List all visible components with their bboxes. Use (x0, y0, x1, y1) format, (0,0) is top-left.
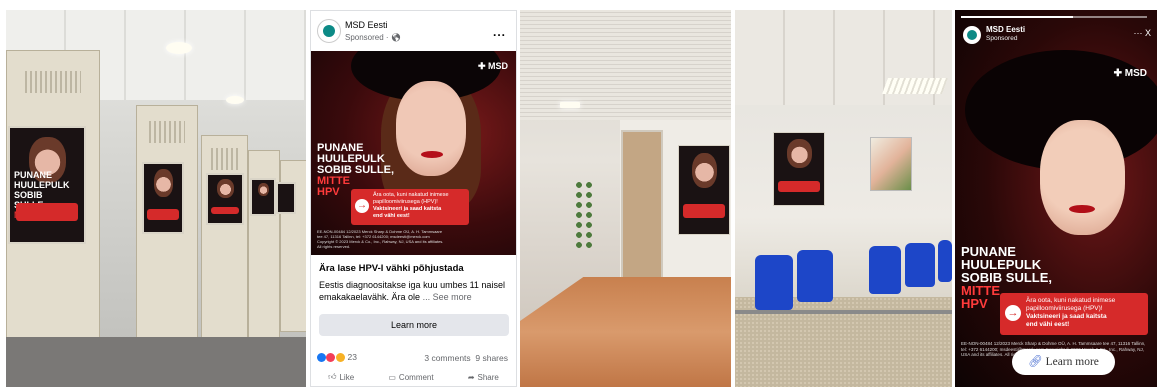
ceiling (520, 10, 731, 120)
speech-bubble-icon: ▭ (388, 372, 396, 382)
hpv-poster (142, 162, 184, 234)
wall-poster (870, 137, 912, 191)
comments-count[interactable]: 3 comments (424, 353, 470, 363)
ceiling-lamp (560, 102, 580, 108)
more-options-icon[interactable]: ... (493, 25, 506, 39)
reaction-summary[interactable]: 23 (317, 352, 357, 363)
locker-room-photo: PUNANE HUULEPULK SOBIB SULLE, MITTE (6, 10, 306, 387)
globe-icon: 🌎︎ (390, 33, 401, 42)
chair (905, 243, 935, 287)
ceiling-lamp (882, 78, 948, 94)
sponsored-label: Sponsored (986, 35, 1018, 42)
like-button[interactable]: 👍︎ Like (328, 372, 354, 382)
hpv-poster (206, 173, 244, 225)
arrow-right-icon: → (355, 199, 369, 213)
share-button[interactable]: ➦ Share (468, 372, 499, 382)
chair (938, 240, 952, 282)
hpv-poster (250, 178, 276, 216)
door (621, 130, 663, 284)
waiting-room-photo (735, 10, 952, 387)
hpv-poster: PUNANE HUULEPULK SOBIB SULLE, MITTE (8, 126, 86, 244)
hpv-poster (678, 145, 730, 235)
facebook-ad-post: MSD Eesti Sponsored · 🌎︎ ... ✚ MSD PUNAN… (310, 10, 517, 387)
corridor-photo (520, 10, 731, 387)
engagement-counts: 3 comments 9 shares (424, 353, 508, 363)
plant (574, 180, 596, 250)
page-avatar[interactable] (317, 19, 341, 43)
love-reaction-icon (326, 353, 336, 363)
locker (201, 135, 248, 352)
model-face (396, 81, 466, 176)
post-action-bar: 👍︎ Like ▭ Comment ➦ Share (311, 372, 516, 382)
legal-fine-print: EE-NON-00484 12/2023 Merck Sharp & Dohme… (317, 229, 444, 249)
see-more-link[interactable]: ... See more (423, 292, 472, 302)
story-ad: MSD Eesti Sponsored ··· X ✚ MSD PUNANE H… (955, 10, 1157, 387)
msd-logo: ✚ MSD (1113, 68, 1147, 79)
page-name[interactable]: MSD Eesti (986, 25, 1025, 34)
hpv-poster (773, 132, 825, 206)
like-reaction-icon (317, 353, 326, 363)
page-name[interactable]: MSD Eesti (345, 20, 388, 30)
ceiling-lamp (226, 96, 244, 104)
ad-message-box: → Ära oota, kuni nakatud inimese papillo… (1000, 293, 1148, 335)
haha-reaction-icon (335, 353, 345, 363)
model-face (1040, 120, 1125, 235)
learn-more-button[interactable]: Learn more (319, 314, 509, 336)
ceiling-lamp (166, 42, 192, 54)
ad-message-box: → Ära oota, kuni nakatud inimese papillo… (351, 189, 469, 225)
chair (869, 246, 901, 294)
post-header: MSD Eesti Sponsored · 🌎︎ ... (311, 11, 516, 51)
msd-logo: ✚ MSD (477, 61, 508, 71)
floor (6, 337, 306, 387)
story-progress-bar (961, 16, 1147, 18)
chair (797, 250, 833, 302)
comment-button[interactable]: ▭ Comment (388, 372, 433, 382)
thumbs-up-icon: 👍︎ (328, 372, 337, 381)
ad-title[interactable]: Ära lase HPV-l vähki põhjustada (319, 263, 464, 274)
arrow-right-icon: → (1005, 305, 1021, 321)
story-controls-icon[interactable]: ··· X (1134, 28, 1152, 38)
ad-body-text: Eestis diagnoositakse iga kuu umbes 11 n… (319, 280, 505, 302)
floor (520, 277, 731, 387)
link-icon: 🔗︎ (1028, 356, 1043, 368)
sponsored-label: Sponsored · 🌎︎ (345, 33, 401, 42)
learn-more-button[interactable]: 🔗︎ Learn more (1012, 349, 1115, 375)
shares-count[interactable]: 9 shares (475, 353, 508, 363)
share-arrow-icon: ➦ (467, 372, 475, 382)
page-avatar[interactable] (963, 26, 981, 44)
hpv-poster (276, 182, 296, 214)
ad-creative-image[interactable]: ✚ MSD PUNANE HUULEPULK SOBIB SULLE, MITT… (311, 51, 516, 255)
chair (755, 255, 793, 310)
